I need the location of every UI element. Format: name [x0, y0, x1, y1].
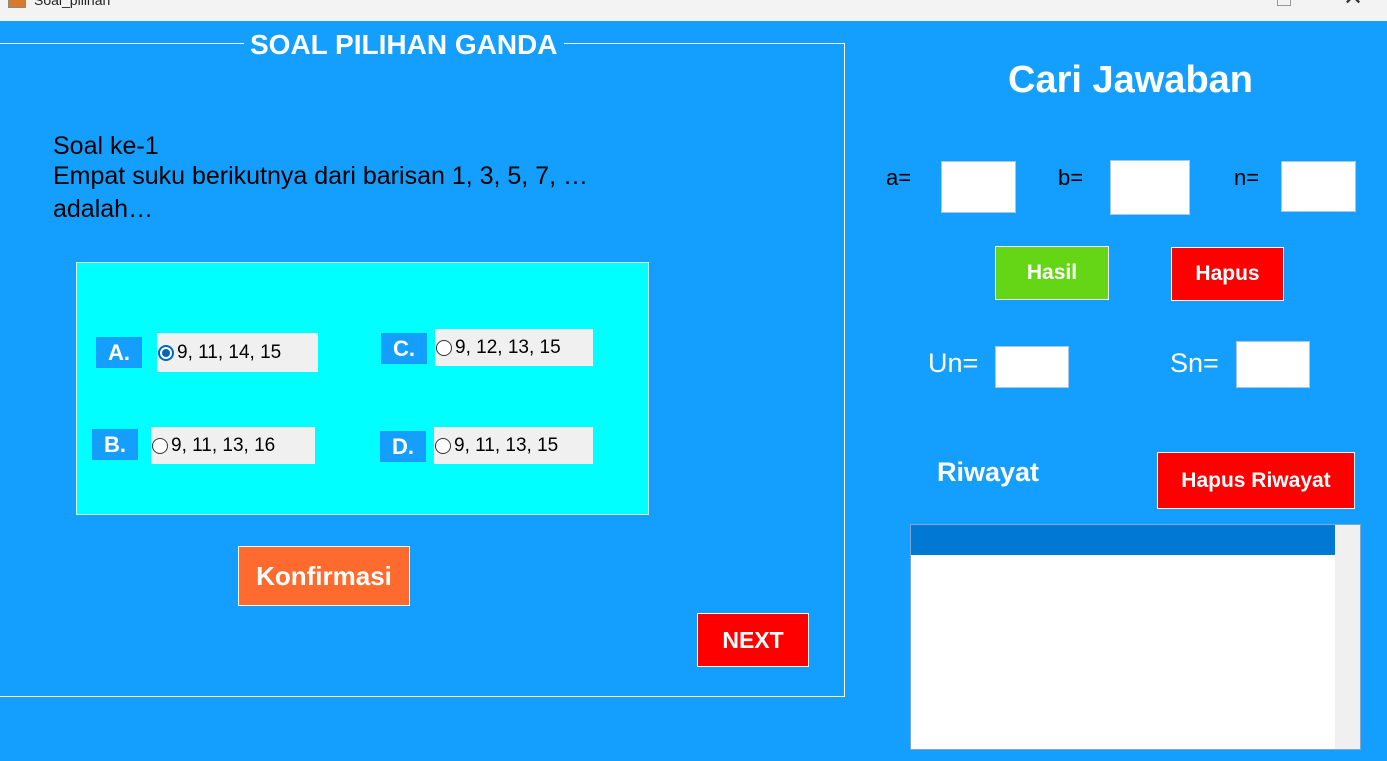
option-c-label: 9, 12, 13, 15 — [455, 336, 561, 358]
n-label: n= — [1234, 165, 1260, 190]
un-output — [995, 346, 1069, 388]
calculator-title: Cari Jawaban — [1008, 59, 1253, 101]
maximize-icon[interactable] — [1277, 0, 1291, 6]
app-icon — [8, 0, 26, 8]
question-text: Empat suku berikutnya dari barisan 1, 3,… — [53, 162, 588, 223]
option-b-letter: B. — [92, 429, 138, 460]
n-input[interactable] — [1281, 161, 1356, 212]
quiz-group-title: SOAL PILIHAN GANDA — [244, 29, 564, 61]
option-d-radio[interactable] — [435, 437, 451, 454]
option-b-radio[interactable] — [152, 437, 168, 454]
next-button[interactable]: NEXT — [697, 613, 809, 667]
a-label: a= — [886, 165, 912, 190]
a-input[interactable] — [941, 161, 1016, 213]
b-label: b= — [1058, 165, 1084, 190]
sn-label: Sn= — [1170, 348, 1219, 378]
hapus-riwayat-button[interactable]: Hapus Riwayat — [1157, 452, 1355, 509]
close-icon[interactable]: ✕ — [1343, 0, 1363, 10]
hasil-button[interactable]: Hasil — [995, 246, 1109, 300]
option-a-letter: A. — [96, 337, 142, 368]
window-titlebar: Soal_pilihan ✕ — [0, 0, 1387, 21]
history-selected-row[interactable] — [911, 525, 1335, 555]
option-b[interactable]: 9, 11, 13, 16 — [151, 427, 315, 464]
riwayat-label: Riwayat — [937, 457, 1040, 487]
option-a[interactable]: 9, 11, 14, 15 — [157, 333, 318, 372]
history-listbox[interactable] — [910, 524, 1361, 750]
options-panel — [76, 262, 649, 515]
confirm-button[interactable]: Konfirmasi — [238, 546, 410, 606]
window-title: Soal_pilihan — [34, 0, 111, 8]
un-label: Un= — [928, 348, 979, 378]
option-c-letter: C. — [381, 333, 427, 364]
history-scrollbar[interactable] — [1335, 525, 1360, 749]
question-number: Soal ke-1 — [53, 132, 159, 160]
option-c[interactable]: 9, 12, 13, 15 — [435, 329, 593, 366]
option-d[interactable]: 9, 11, 13, 15 — [434, 427, 593, 464]
hapus-button[interactable]: Hapus — [1171, 247, 1284, 301]
option-b-label: 9, 11, 13, 16 — [171, 434, 276, 456]
option-a-label: 9, 11, 14, 15 — [177, 341, 282, 363]
option-c-radio[interactable] — [436, 339, 452, 356]
option-d-label: 9, 11, 13, 15 — [454, 434, 559, 456]
sn-output — [1236, 341, 1310, 388]
option-d-letter: D. — [380, 431, 426, 462]
b-input[interactable] — [1110, 160, 1190, 215]
option-a-radio[interactable] — [158, 344, 174, 361]
